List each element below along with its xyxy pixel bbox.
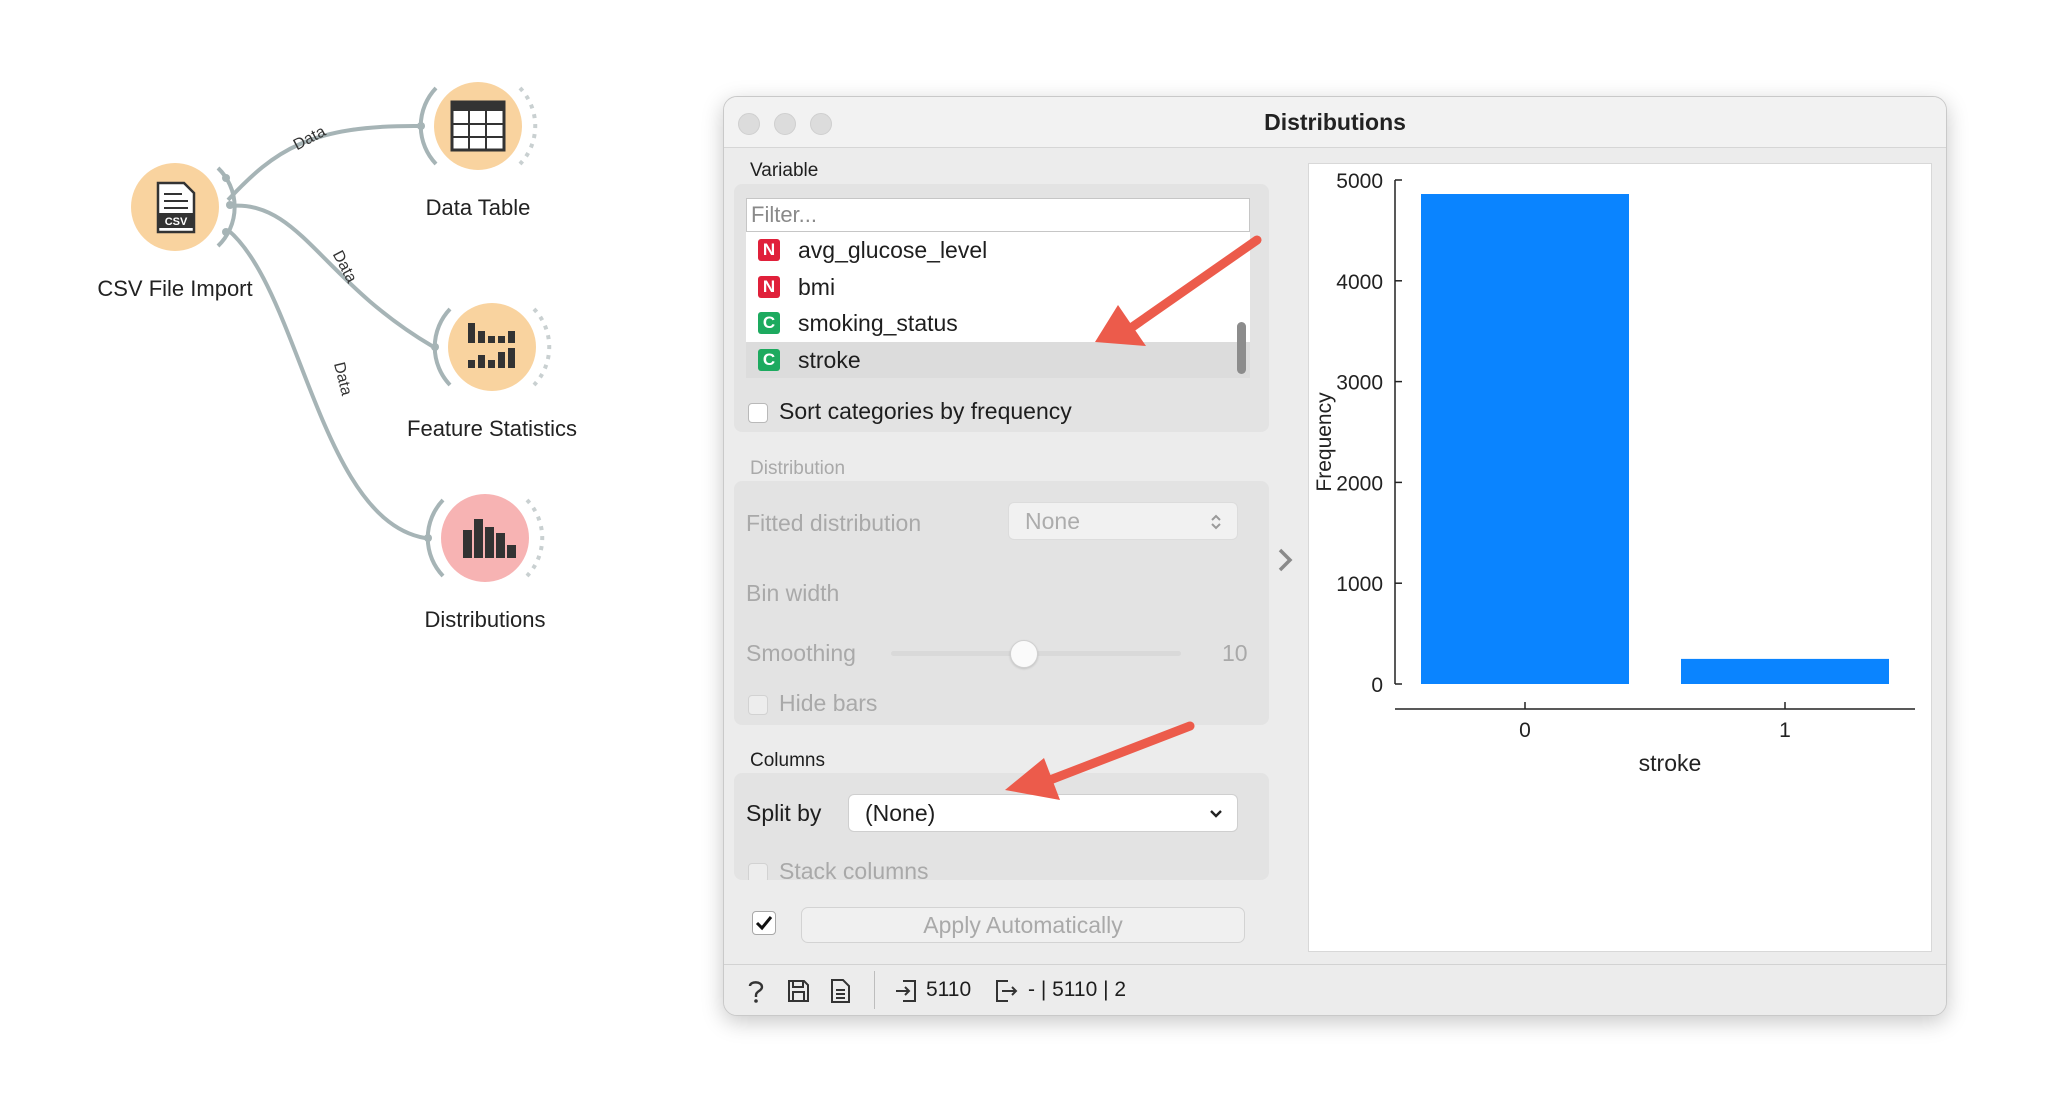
x-tick-label: 1 [1779,719,1791,742]
svg-text:CSV: CSV [165,216,188,228]
node-label-csv: CSV File Import [97,276,253,301]
save-icon[interactable] [786,978,810,1004]
output-data-icon [996,980,1018,1002]
chevron-down-icon [1210,810,1222,818]
chevron-right-icon[interactable] [1275,545,1297,575]
split-by-select[interactable]: (None) [848,794,1238,832]
status-bar: 5110 - | 5110 | 2 [724,964,1946,1015]
report-icon[interactable] [828,978,852,1004]
smoothing-value: 10 [1222,640,1248,666]
link-csv-to-dist[interactable] [226,228,426,540]
smoothing-slider-handle[interactable] [1010,640,1038,668]
workflow-links: CSV [131,82,552,582]
y-tick-label: 5000 [1336,170,1383,193]
title-bar[interactable]: Distributions [724,97,1946,148]
apply-automatically-checkbox[interactable] [752,911,776,935]
fitted-distribution-value: None [1025,508,1080,534]
input-count: 5110 [926,978,972,1001]
plot-area[interactable]: 0 1000 2000 3000 4000 5000 0 1 Frequency strok… [1308,163,1932,952]
distribution-chart: 0 1000 2000 3000 4000 5000 0 1 Frequency strok… [1313,170,1915,776]
variable-item-stroke[interactable]: C stroke [746,342,1250,378]
node-label-dist: Distributions [424,607,546,632]
bin-width-label: Bin width [746,580,840,606]
variable-item-label: bmi [798,274,836,300]
x-axis-label: stroke [1639,750,1702,776]
status-divider [874,971,875,1009]
numeric-variable-icon: N [758,276,780,298]
node-data-table[interactable] [417,82,538,170]
split-by-value: (None) [865,800,936,826]
input-data-icon [896,980,916,1002]
variable-item-avg-glucose-level[interactable]: N avg_glucose_level [746,232,1250,269]
stack-columns-checkbox[interactable] [748,863,768,880]
categorical-variable-icon: C [758,312,780,334]
stack-columns-label: Stack columns [779,858,929,880]
fitted-distribution-select[interactable]: None [1008,502,1238,540]
hide-bars-label: Hide bars [779,690,878,716]
y-tick-label: 2000 [1336,472,1383,495]
node-label-table: Data Table [425,195,531,220]
sort-by-frequency-label: Sort categories by frequency [779,398,1072,424]
variable-list-scrollbar[interactable] [1237,322,1246,374]
smoothing-label: Smoothing [746,640,856,666]
distribution-section-title: Distribution [750,458,846,479]
bar-0[interactable] [1421,194,1629,684]
node-csv-file-import[interactable]: CSV [131,163,237,251]
y-tick-label: 3000 [1336,372,1383,395]
hide-bars-checkbox[interactable] [748,695,768,715]
y-tick-label: 1000 [1336,573,1383,596]
fitted-distribution-label: Fitted distribution [746,510,922,536]
node-feature-statistics[interactable] [431,303,552,391]
categorical-variable-icon: C [758,349,780,371]
help-icon[interactable] [744,978,768,1004]
sort-by-frequency-checkbox[interactable] [748,403,768,423]
split-by-label: Split by [746,800,822,826]
window-title: Distributions [1264,109,1406,135]
variable-item-bmi[interactable]: N bmi [746,269,1250,306]
variable-item-label: smoking_status [798,310,958,336]
variable-item-label: avg_glucose_level [798,237,988,263]
apply-automatically-button[interactable]: Apply Automatically [801,907,1245,943]
variable-filter-input[interactable] [746,198,1250,232]
x-tick-label: 0 [1519,719,1531,742]
columns-section-title: Columns [750,750,825,771]
variable-section-title: Variable [750,160,819,181]
checkmark-icon [755,916,773,931]
up-down-chevron-icon [1211,514,1221,530]
csv-file-icon: CSV [156,181,196,234]
workflow-canvas[interactable]: CSV Data Data Data CSV File Import Data … [0,0,720,1116]
output-summary: - | 5110 | 2 [1028,978,1127,1001]
y-tick-label: 4000 [1336,271,1383,294]
table-grid-icon [450,100,506,152]
y-axis-label: Frequency [1313,392,1336,492]
bar-1[interactable] [1681,658,1889,684]
variable-item-label: stroke [798,347,861,373]
node-distributions[interactable] [424,494,545,582]
numeric-variable-icon: N [758,239,780,261]
node-label-stats: Feature Statistics [407,416,577,441]
variable-item-smoking-status[interactable]: C smoking_status [746,305,1250,342]
variable-list[interactable]: N avg_glucose_level N bmi C smoking_stat… [746,232,1250,378]
y-tick-label: 0 [1371,674,1383,697]
